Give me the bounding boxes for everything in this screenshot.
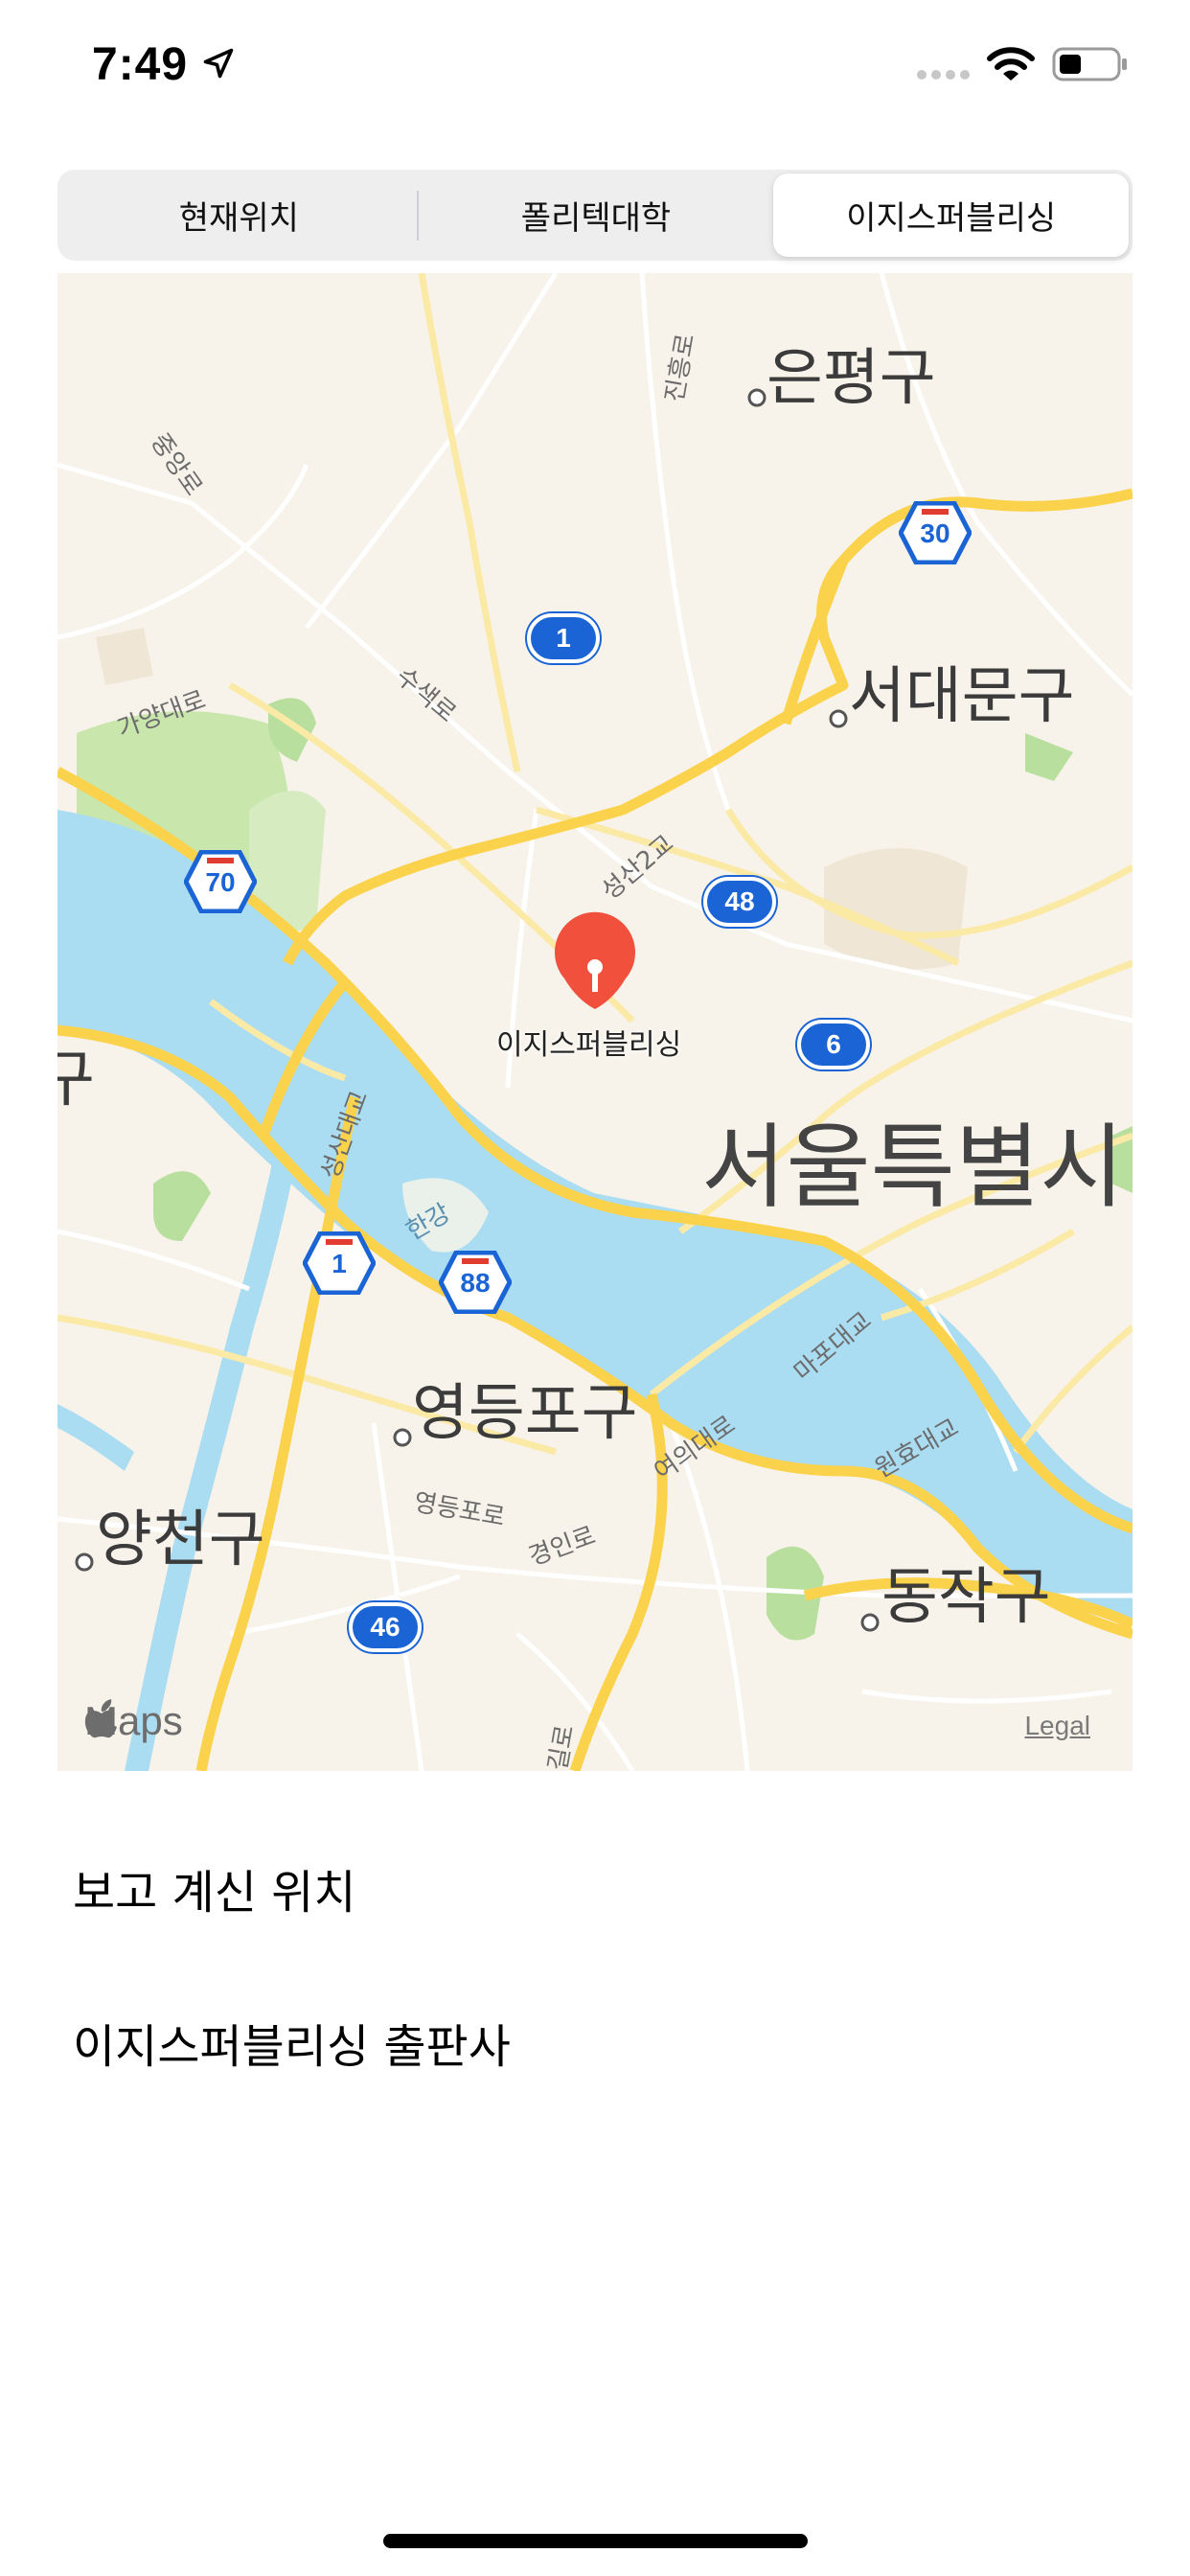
battery-icon xyxy=(1052,47,1127,81)
district-label-yangcheon: 양천구 xyxy=(96,1505,265,1576)
segment-current-location[interactable]: 현재위치 xyxy=(61,173,417,257)
status-bar: 7:49 xyxy=(0,0,1190,126)
city-label-seoul: 서울특별시 xyxy=(701,1114,1125,1221)
apple-maps-logo: Maps xyxy=(84,1698,183,1744)
wifi-icon xyxy=(987,47,1035,80)
legal-link[interactable]: Legal xyxy=(1024,1711,1090,1741)
map-view[interactable]: 1 30 70 48 6 1 88 46 은평구 서대문구 영등포구 양천구 동… xyxy=(57,273,1133,1771)
location-arrow-icon xyxy=(203,48,234,79)
highway-shield-88: 88 xyxy=(439,1251,512,1314)
list-item-easyspub-publisher[interactable]: 이지스퍼블리싱 출판사 xyxy=(73,2009,511,2076)
highway-shield-30: 30 xyxy=(899,501,972,564)
highway-shield-48: 48 xyxy=(703,877,776,927)
highway-shield-1-secondary: 1 xyxy=(303,1231,376,1295)
cellular-signal-icon xyxy=(917,70,970,80)
highway-shield-6: 6 xyxy=(797,1020,870,1070)
status-time: 7:49 xyxy=(92,39,189,90)
list-item-current-view-location[interactable]: 보고 계신 위치 xyxy=(73,1854,355,1921)
district-label-seodaemun: 서대문구 xyxy=(849,661,1075,732)
district-label-yeongdeungpo: 영등포구 xyxy=(412,1378,638,1449)
district-label-partial: 구 xyxy=(57,1045,95,1116)
road-label-partial-bottom: 길로 xyxy=(543,1722,581,1771)
segment-easyspub[interactable]: 이지스퍼블리싱 xyxy=(773,173,1130,257)
district-label-dongjak: 동작구 xyxy=(881,1562,1051,1633)
apple-logo-icon xyxy=(84,1699,117,1738)
highway-shield-70: 70 xyxy=(184,850,257,913)
highway-shield-46: 46 xyxy=(349,1602,422,1652)
highway-shield-1: 1 xyxy=(527,613,600,663)
district-label-eunpyeong: 은평구 xyxy=(767,343,936,414)
pin-label: 이지스퍼블리싱 xyxy=(496,1028,682,1062)
location-segmented-control: 현재위치 폴리텍대학 이지스퍼블리싱 xyxy=(57,170,1133,261)
screen: 7:49 현재위치 폴리텍대학 이지스퍼블리싱 1 30 70 48 6 1 8… xyxy=(0,0,1190,2576)
home-indicator[interactable] xyxy=(383,2534,808,2548)
segment-polytech[interactable]: 폴리텍대학 xyxy=(419,173,774,257)
map-pin-icon[interactable] xyxy=(555,911,635,1009)
